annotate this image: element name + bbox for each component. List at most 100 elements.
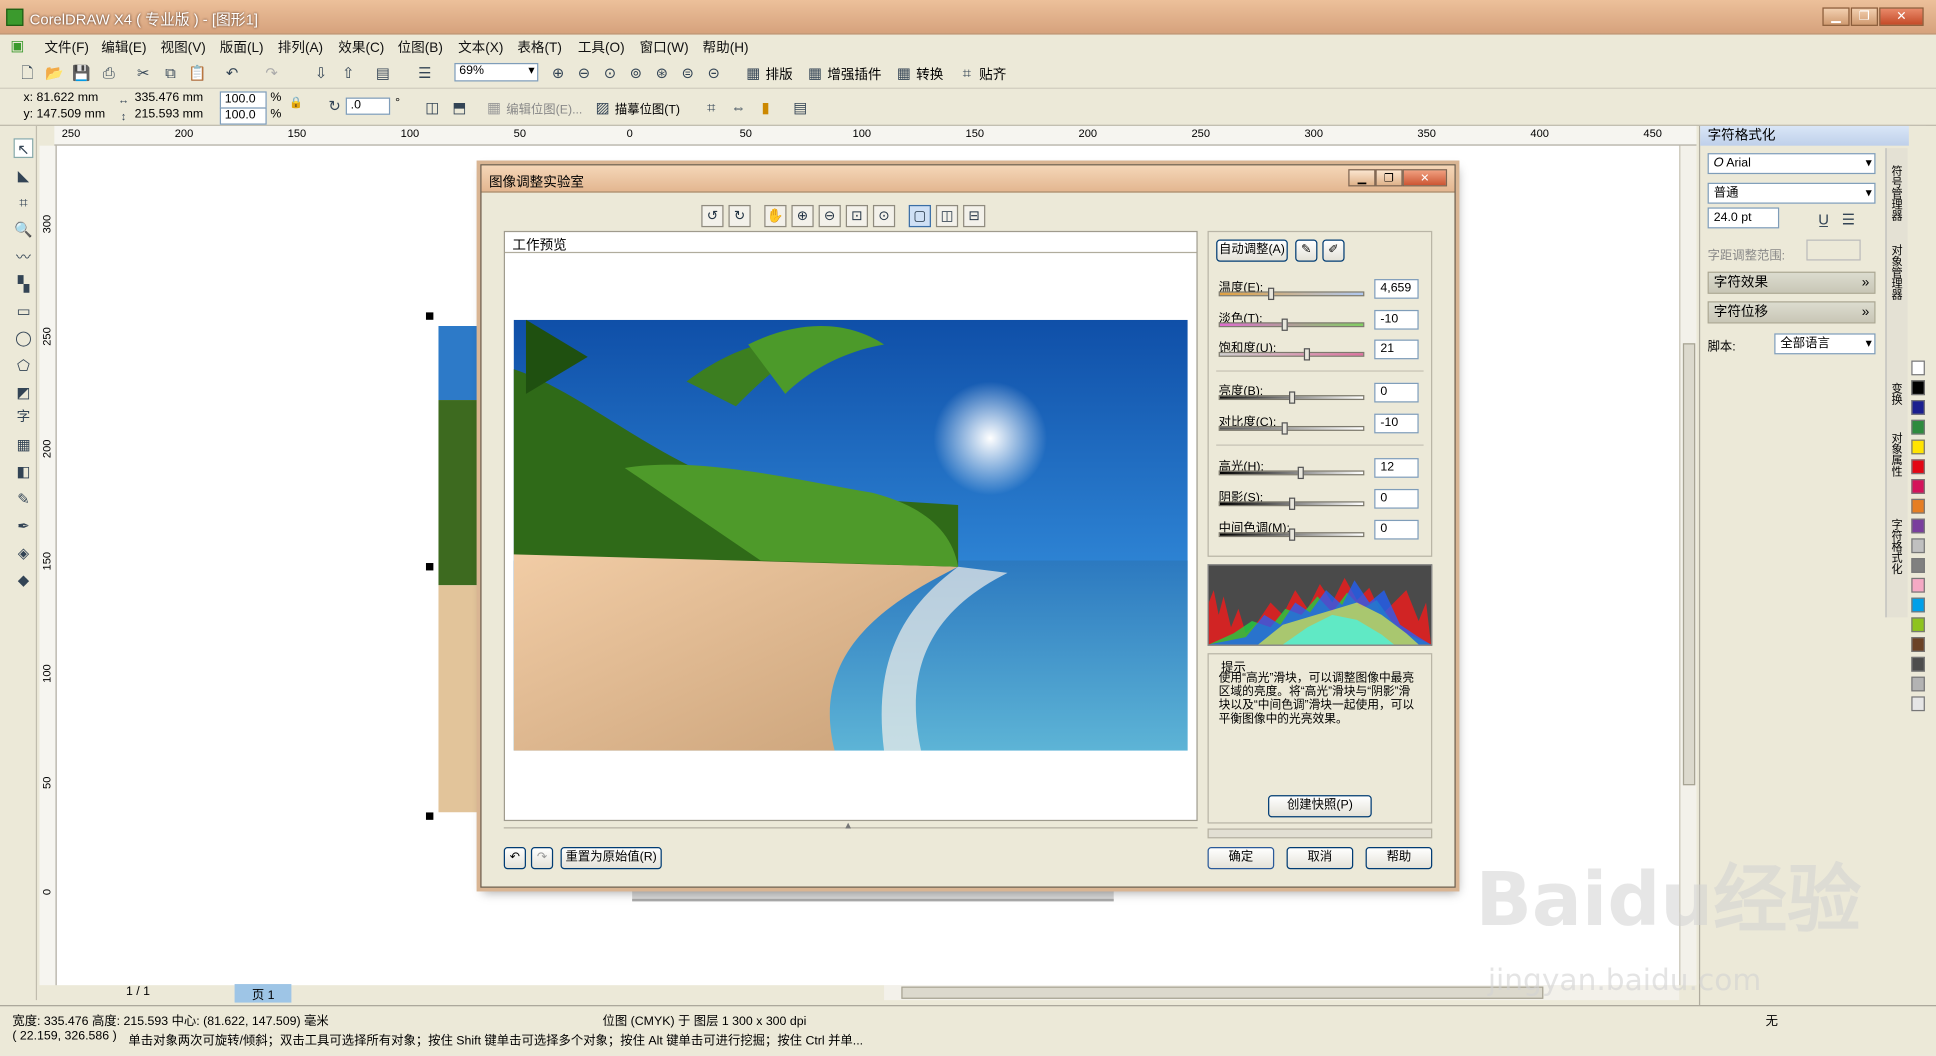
menu-item[interactable]: 表格(T) [517, 37, 562, 57]
rotation-field[interactable]: .0 [345, 97, 391, 115]
docker-side-tab[interactable]: 字符格式化 [1889, 519, 1905, 575]
slider-value-field[interactable]: 12 [1374, 458, 1419, 478]
scroll-thumb[interactable] [1682, 343, 1696, 786]
slider-thumb[interactable] [1289, 528, 1296, 541]
docker-side-tab[interactable]: 对象管理器 [1889, 244, 1905, 300]
cancel-button[interactable]: 取消 [1286, 847, 1354, 870]
welcome-icon[interactable]: ☰ [415, 63, 435, 83]
zoom-out-icon[interactable]: ⊖ [574, 63, 594, 83]
reset-to-original-button[interactable]: 重置为原始值(R) [560, 847, 662, 870]
undo-icon[interactable]: ↶ [222, 63, 242, 83]
crop-bitmap-icon[interactable]: ⌗ [701, 98, 721, 118]
fill-tool-icon[interactable]: ◈ [14, 543, 34, 563]
script-select[interactable]: 全部语言 ▾ [1774, 333, 1876, 355]
docker-side-tab[interactable]: 变换 [1889, 383, 1905, 405]
splitter-up-icon[interactable]: ▲ [843, 820, 853, 831]
scale-y-field[interactable]: 100.0 [219, 107, 267, 125]
split-horizontal-icon[interactable]: ⊟ [963, 204, 986, 228]
edit-bitmap-icon[interactable]: ▦ [484, 98, 504, 118]
zoom-out-icon[interactable]: ⊖ [818, 204, 841, 228]
new-file-icon[interactable]: 🗋 [17, 63, 37, 83]
white-point-eyedropper-icon[interactable]: ✎ [1295, 239, 1318, 262]
slider-value-field[interactable]: 21 [1374, 339, 1419, 360]
save-icon[interactable]: 💾 [72, 63, 92, 83]
create-snapshot-button[interactable]: 创建快照(P) [1268, 795, 1372, 818]
eyedropper-icon[interactable]: ✎ [14, 489, 34, 509]
align-icon[interactable]: ☰ [1838, 210, 1858, 230]
layout-icon[interactable]: ▦ [743, 63, 763, 83]
menu-item[interactable]: 窗口(W) [640, 37, 689, 57]
docker-side-tab[interactable]: 对象属性 [1889, 432, 1905, 476]
selection-handle[interactable] [425, 563, 434, 571]
color-swatch[interactable] [1911, 360, 1925, 376]
pan-hand-icon[interactable]: ✋ [764, 204, 787, 228]
shape-tool-icon[interactable]: ◣ [14, 165, 34, 185]
x-position[interactable]: x: 81.622 mm [20, 91, 111, 108]
undo-icon[interactable]: ↶ [503, 847, 526, 870]
mirror-v-icon[interactable]: ⬒ [449, 98, 469, 118]
paste-icon[interactable]: 📋 [188, 63, 208, 83]
outline-tool-icon[interactable]: ✒ [14, 516, 34, 536]
bitmap-color-mask-icon[interactable]: ▮ [756, 98, 776, 118]
snap-button[interactable]: 贴齐 [979, 64, 1006, 84]
menu-item[interactable]: 位图(B) [398, 37, 443, 57]
actual-size-icon[interactable]: ⊙ [872, 204, 896, 228]
app-launcher-icon[interactable]: ▤ [373, 63, 393, 83]
help-button[interactable]: 帮助 [1365, 847, 1433, 870]
scale-x-field[interactable]: 100.0 [219, 91, 267, 109]
copy-icon[interactable]: ⧉ [161, 63, 181, 83]
font-size-field[interactable]: 24.0 pt [1707, 207, 1780, 229]
polygon-tool-icon[interactable]: ⬠ [14, 356, 34, 376]
color-swatch[interactable] [1911, 498, 1925, 514]
color-swatch[interactable] [1911, 656, 1925, 672]
slider-value-field[interactable]: 4,659 [1374, 279, 1419, 299]
color-swatch[interactable] [1911, 479, 1925, 494]
kerning-range-field[interactable] [1806, 239, 1861, 261]
interactive-fill-icon[interactable]: ◆ [14, 570, 34, 590]
underline-icon[interactable]: U̲ [1814, 210, 1834, 230]
slider-thumb[interactable] [1289, 497, 1296, 510]
color-swatch[interactable] [1911, 676, 1925, 692]
slider-thumb[interactable] [1281, 422, 1288, 435]
font-select[interactable]: 𝑂 Arial ▾ [1707, 153, 1876, 175]
layout-button[interactable]: 排版 [766, 64, 793, 84]
page-tab[interactable]: 页 1 [234, 984, 292, 1003]
rotate-right-icon[interactable]: ↻ [728, 204, 751, 228]
rotate-left-icon[interactable]: ↺ [701, 204, 724, 228]
menu-item[interactable]: 视图(V) [161, 37, 206, 57]
menu-item[interactable]: 版面(L) [220, 37, 264, 57]
minimize-button[interactable]: ▁ [1822, 7, 1850, 26]
slider-value-field[interactable]: -10 [1374, 309, 1419, 330]
zoom-selected-icon[interactable]: ⊙ [600, 63, 620, 83]
freehand-tool-icon[interactable]: 〰 [14, 247, 34, 267]
text-tool-icon[interactable]: 字 [14, 407, 34, 427]
color-swatch[interactable] [1911, 558, 1925, 573]
dialog-minimize-button[interactable]: ▁ [1348, 169, 1376, 187]
color-swatch[interactable] [1911, 439, 1925, 455]
plugins-button[interactable]: 增强插件 [827, 64, 881, 84]
color-swatch[interactable] [1911, 400, 1925, 415]
scroll-thumb[interactable] [901, 986, 1544, 999]
menu-item[interactable]: 效果(C) [338, 37, 384, 57]
color-swatch[interactable] [1911, 696, 1925, 712]
edit-bitmap-button[interactable]: 编辑位图(E)... [506, 99, 582, 118]
cut-icon[interactable]: ✂ [133, 63, 153, 83]
slider-thumb[interactable] [1289, 391, 1296, 404]
selection-handle[interactable] [425, 812, 434, 820]
redo-icon[interactable]: ↷ [530, 847, 554, 870]
slider-track[interactable] [1218, 470, 1365, 476]
resample-icon[interactable]: ⇔ [728, 98, 748, 118]
snap-icon[interactable]: ⌗ [957, 63, 977, 83]
dialog-maximize-button[interactable]: ❐ [1375, 169, 1403, 187]
open-file-icon[interactable]: 📂 [44, 63, 64, 83]
color-swatch[interactable] [1911, 538, 1925, 554]
slider-track[interactable] [1218, 351, 1365, 357]
pick-tool-icon[interactable]: ↖ [13, 138, 34, 159]
color-swatch[interactable] [1911, 577, 1925, 593]
docker-side-tab[interactable]: 符号管理器 [1889, 165, 1905, 221]
fit-to-window-icon[interactable]: ⊡ [845, 204, 868, 228]
menu-item[interactable]: 编辑(E) [101, 37, 146, 57]
table-tool-icon[interactable]: ▦ [14, 435, 34, 455]
menu-item[interactable]: 文件(F) [44, 37, 89, 57]
slider-track[interactable] [1218, 291, 1365, 297]
